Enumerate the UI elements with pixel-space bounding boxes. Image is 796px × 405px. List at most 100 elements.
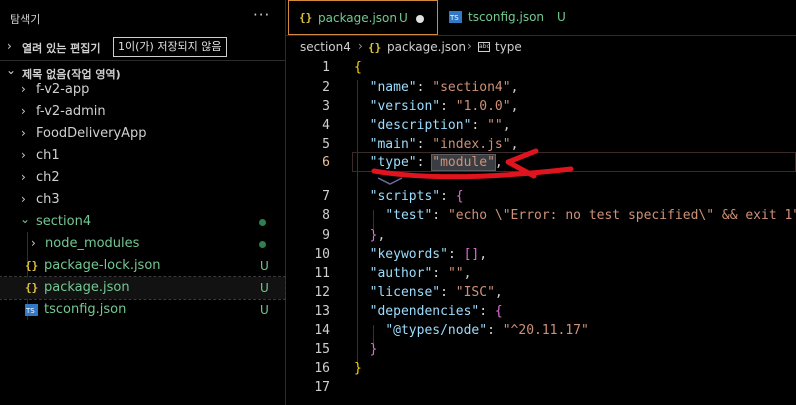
- line-number: 15: [314, 342, 330, 357]
- line-number: 16: [314, 361, 330, 376]
- chevron-right-icon: ›: [21, 104, 26, 118]
- explorer-sidebar: 탐색기 ··· › 열려 있는 편집기 1이(가) 저장되지 않음 ⌄ 제목 없…: [0, 0, 286, 405]
- tree-item-label: node_modules: [45, 236, 140, 251]
- json-value: "1.0.0": [455, 99, 511, 114]
- chevron-right-icon: ›: [21, 148, 26, 162]
- json-key: "dependencies": [369, 304, 480, 319]
- tab-bar: {} package.json U TS tsconfig.json U: [286, 0, 796, 36]
- typescript-file-icon: TS: [449, 11, 462, 23]
- code-line[interactable]: "description": "",: [354, 118, 511, 133]
- tree-item-package-lock-json[interactable]: {} package-lock.json U: [0, 255, 285, 277]
- json-value: "ISC": [455, 285, 495, 300]
- tree-item-package-json[interactable]: {} package.json U: [0, 276, 286, 300]
- code-line[interactable]: "dependencies": {: [354, 304, 503, 319]
- tree-item-label: ch2: [36, 170, 60, 185]
- json-value: "": [447, 266, 464, 281]
- line-number-current: 6: [322, 155, 330, 170]
- tree-item-f-v2-admin[interactable]: › f-v2-admin: [0, 101, 285, 123]
- tree-item-label: f-v2-admin: [36, 104, 106, 119]
- tree-item-node-modules[interactable]: › node_modules: [0, 233, 285, 255]
- code-line[interactable]: "test": "echo \"Error: no test specified…: [354, 208, 796, 223]
- json-key: "keywords": [369, 247, 448, 262]
- chevron-right-icon: ›: [31, 236, 36, 250]
- unsaved-badge: 1이(가) 저장되지 않음: [113, 37, 227, 57]
- breadcrumb: section4 › {} package.json › abc type: [286, 36, 796, 58]
- arrow-scribble: [377, 177, 403, 185]
- tree-item-label: tsconfig.json: [44, 302, 127, 317]
- code-line[interactable]: }: [354, 361, 362, 376]
- tree-item-label: ch1: [36, 148, 60, 163]
- tab-tsconfig-json[interactable]: TS tsconfig.json U: [440, 0, 585, 35]
- tree-item-ch2[interactable]: › ch2: [0, 167, 285, 189]
- arrow-shaft: [371, 166, 574, 180]
- code-line[interactable]: "@types/node": "^20.11.17": [354, 323, 589, 338]
- line-number: 13: [314, 304, 330, 319]
- json-key: "description": [369, 118, 472, 133]
- chevron-down-icon: ⌄: [6, 63, 17, 77]
- tree-item-label: section4: [36, 214, 92, 229]
- chevron-right-icon: ›: [7, 39, 12, 53]
- code-line[interactable]: }: [354, 342, 378, 357]
- line-number: 8: [322, 208, 330, 223]
- code-line[interactable]: "name": "section4",: [354, 80, 519, 95]
- json-key: "author": [369, 266, 433, 281]
- tree-item-label: FoodDeliveryApp: [36, 126, 147, 141]
- json-value: "": [487, 118, 503, 133]
- brace: }: [369, 342, 378, 357]
- json-value: []: [463, 247, 480, 262]
- chevron-right-icon: ›: [21, 126, 26, 140]
- line-number: 10: [314, 247, 330, 262]
- code-line[interactable]: {: [354, 60, 362, 75]
- tree-item-label: f-v2-app: [36, 82, 90, 97]
- line-number: 1: [322, 60, 330, 75]
- explorer-title: 탐색기: [10, 13, 41, 26]
- line-number: 3: [322, 99, 330, 114]
- tab-package-json[interactable]: {} package.json U: [288, 0, 438, 35]
- breadcrumb-symbol[interactable]: type: [495, 40, 522, 54]
- code-line[interactable]: "author": "",: [354, 266, 472, 281]
- json-file-icon: {}: [25, 281, 39, 294]
- open-editors-section[interactable]: › 열려 있는 편집기 1이(가) 저장되지 않음: [0, 36, 285, 58]
- chevron-right-icon: ›: [21, 192, 26, 206]
- code-line[interactable]: "version": "1.0.0",: [354, 99, 519, 114]
- json-key: "license": [369, 285, 441, 300]
- breadcrumb-folder[interactable]: section4: [300, 40, 351, 54]
- line-number: 12: [314, 285, 330, 300]
- unsaved-dot-icon[interactable]: [416, 15, 424, 23]
- tree-item-ch3[interactable]: › ch3: [0, 189, 285, 211]
- line-number: 4: [322, 118, 330, 133]
- line-number: 11: [314, 266, 330, 281]
- tree-item-f-v2-app[interactable]: › f-v2-app: [0, 79, 285, 101]
- tree-item-section4[interactable]: ⌄ section4: [0, 211, 285, 233]
- untracked-badge: U: [260, 281, 269, 295]
- modified-dot-icon: [259, 219, 266, 226]
- tree-item-fooddeliveryapp[interactable]: › FoodDeliveryApp: [0, 123, 285, 145]
- tree-item-tsconfig-json[interactable]: TS tsconfig.json U: [0, 299, 285, 321]
- breadcrumb-separator: ›: [358, 39, 363, 53]
- line-number: 7: [322, 189, 330, 204]
- line-number: 5: [322, 137, 330, 152]
- code-line[interactable]: "keywords": [],: [354, 247, 487, 262]
- line-number: 14: [314, 323, 330, 338]
- json-key: "version": [369, 99, 441, 114]
- chevron-right-icon: ›: [21, 82, 26, 96]
- untracked-badge: U: [399, 11, 408, 25]
- tree-item-label: package.json: [44, 280, 130, 295]
- json-key: "name": [369, 80, 417, 95]
- more-actions-icon[interactable]: ···: [253, 6, 270, 24]
- tree-item-ch1[interactable]: › ch1: [0, 145, 285, 167]
- red-arrow-annotation: [371, 148, 574, 185]
- editor-area: {} package.json U TS tsconfig.json U sec…: [286, 0, 796, 405]
- tab-label: tsconfig.json: [468, 10, 545, 24]
- code-line[interactable]: },: [354, 228, 386, 243]
- open-editors-label: 열려 있는 편집기: [22, 42, 101, 55]
- code-line[interactable]: "license": "ISC",: [354, 285, 503, 300]
- symbol-string-icon: abc: [478, 42, 490, 52]
- tree-item-label: ch3: [36, 192, 60, 207]
- json-file-icon: {}: [299, 11, 313, 24]
- brace: }: [354, 361, 362, 376]
- breadcrumb-file[interactable]: package.json: [387, 40, 466, 54]
- explorer-header: 탐색기 ···: [0, 0, 285, 36]
- untracked-badge: U: [557, 10, 566, 24]
- breadcrumb-separator: ›: [467, 39, 472, 53]
